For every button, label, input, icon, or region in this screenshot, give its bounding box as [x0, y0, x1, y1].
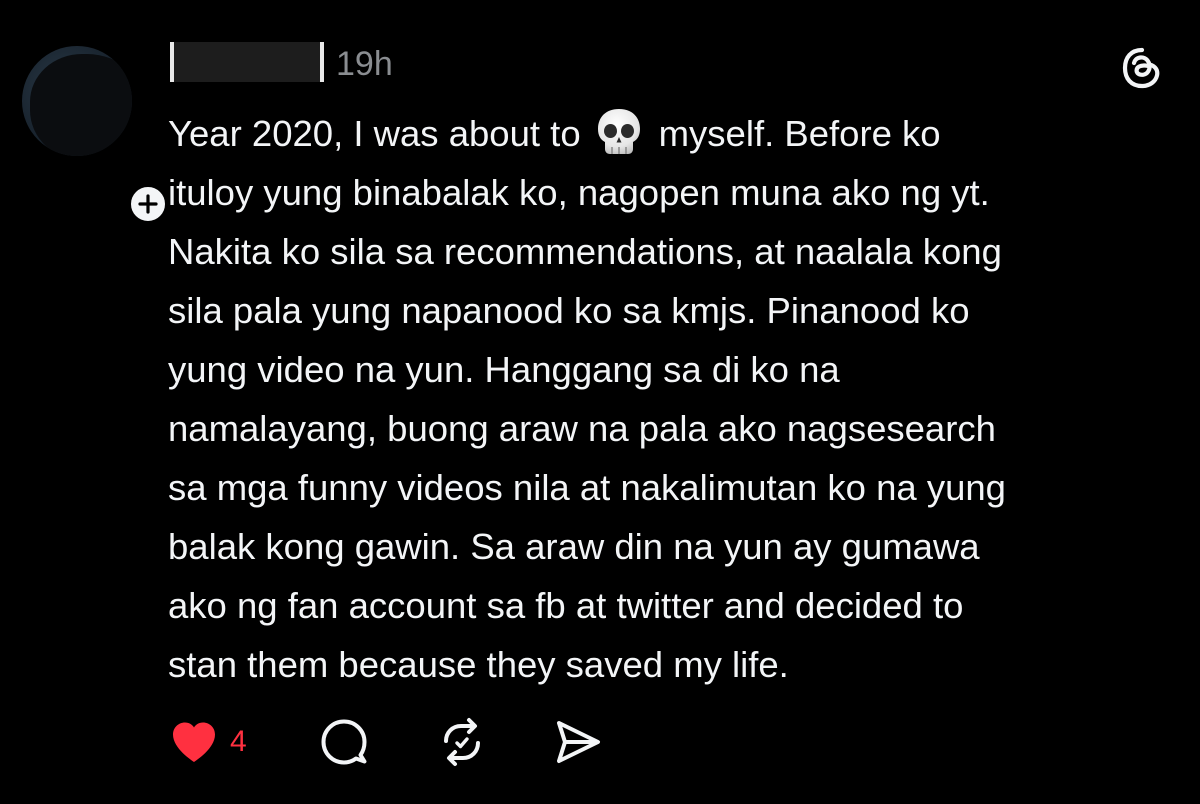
- post-line-8: balak kong gawin. Sa araw din na yun ay …: [168, 526, 980, 567]
- skull-emoji-icon: [597, 109, 640, 155]
- send-icon: [557, 721, 600, 763]
- avatar-container[interactable]: [22, 46, 170, 226]
- repost-button[interactable]: [434, 714, 490, 770]
- post-line-3: Nakita ko sila sa recommendations, at na…: [168, 231, 1002, 272]
- post-line-1-start: Year 2020, I was about to: [168, 113, 581, 154]
- repost-icon: [444, 718, 480, 766]
- reply-bubble-icon: [321, 719, 367, 765]
- avatar[interactable]: [22, 46, 132, 156]
- threads-logo-icon: [1122, 47, 1160, 89]
- share-button[interactable]: [550, 714, 606, 770]
- post-timestamp: 19h: [336, 45, 393, 83]
- post-line-7: sa mga funny videos nila at nakalimutan …: [168, 467, 1006, 508]
- like-count: 4: [230, 725, 247, 758]
- heart-filled-icon: [173, 722, 215, 762]
- post-line-9: ako ng fan account sa fb at twitter and …: [168, 585, 964, 626]
- post-line-4: sila pala yung napanood ko sa kmjs. Pina…: [168, 290, 970, 331]
- plus-icon: [138, 194, 158, 214]
- like-button[interactable]: 4: [166, 714, 276, 770]
- post-line-1-end: myself. Before ko: [658, 113, 941, 154]
- post-line-2: ituloy yung binabalak ko, nagopen muna a…: [168, 172, 990, 213]
- post-line-1: Year 2020, I was about to myself. Before…: [168, 104, 1168, 163]
- avatar-redaction: [30, 54, 132, 156]
- post-body: Year 2020, I was about to myself. Before…: [168, 104, 1168, 694]
- thread-post: 19h Year 2020, I was about to myself. Be…: [0, 0, 1200, 804]
- username-redacted[interactable]: [170, 42, 324, 82]
- reply-button[interactable]: [316, 714, 372, 770]
- post-line-10: stan them because they saved my life.: [168, 644, 789, 685]
- post-line-6: namalayang, buong araw na pala ako nagse…: [168, 408, 996, 449]
- follow-plus-button[interactable]: [126, 182, 170, 226]
- post-line-5: yung video na yun. Hanggang sa di ko na: [168, 349, 840, 390]
